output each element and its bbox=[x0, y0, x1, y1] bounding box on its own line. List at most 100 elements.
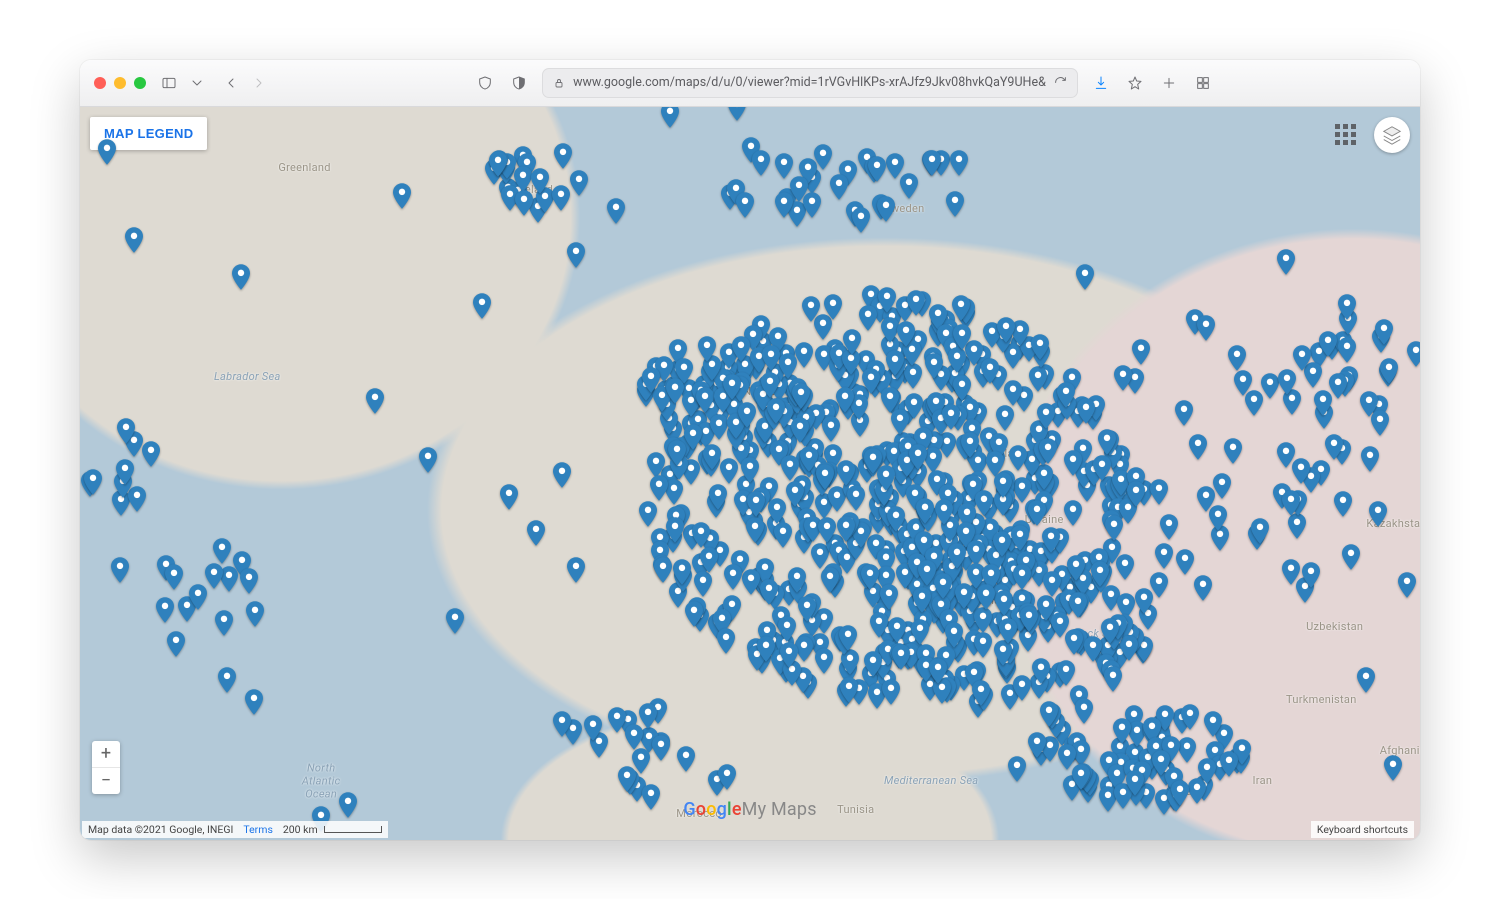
map-pin[interactable] bbox=[945, 622, 963, 648]
map-pin[interactable] bbox=[1220, 751, 1238, 777]
map-pin[interactable] bbox=[246, 601, 264, 627]
address-bar[interactable]: www.google.com/maps/d/u/0/viewer?mid=1rV… bbox=[542, 68, 1078, 98]
map-pin[interactable] bbox=[419, 447, 437, 473]
map-pin[interactable] bbox=[1407, 341, 1420, 367]
map-pin[interactable] bbox=[887, 506, 905, 532]
map-pin[interactable] bbox=[972, 680, 990, 706]
map-pin[interactable] bbox=[1178, 737, 1196, 763]
map-pin[interactable] bbox=[1127, 481, 1145, 507]
map-pin[interactable] bbox=[717, 628, 735, 654]
map-pin[interactable] bbox=[1380, 358, 1398, 384]
map-pin[interactable] bbox=[98, 139, 116, 165]
map-pin[interactable] bbox=[232, 264, 250, 290]
map-pin[interactable] bbox=[1197, 315, 1215, 341]
google-apps-icon[interactable] bbox=[1328, 118, 1362, 152]
map-pin[interactable] bbox=[935, 499, 953, 525]
map-pin[interactable] bbox=[531, 168, 549, 194]
map-pin[interactable] bbox=[814, 144, 832, 170]
map-pin[interactable] bbox=[1357, 667, 1375, 693]
sidebar-toggle-icon[interactable] bbox=[158, 72, 180, 94]
map-pin[interactable] bbox=[961, 432, 979, 458]
map-pin[interactable] bbox=[900, 173, 918, 199]
map-pin[interactable] bbox=[366, 388, 384, 414]
map-pin[interactable] bbox=[999, 618, 1017, 644]
map-pin[interactable] bbox=[780, 642, 798, 668]
map-pin[interactable] bbox=[909, 444, 927, 470]
map-pin[interactable] bbox=[907, 290, 925, 316]
map-pin[interactable] bbox=[918, 560, 936, 586]
map-pin[interactable] bbox=[724, 564, 742, 590]
map-pin[interactable] bbox=[1105, 515, 1123, 541]
map-pin[interactable] bbox=[1293, 345, 1311, 371]
map-pin[interactable] bbox=[666, 378, 684, 404]
map-pin[interactable] bbox=[1098, 429, 1116, 455]
map-pin[interactable] bbox=[732, 336, 750, 362]
map-pin[interactable] bbox=[778, 616, 796, 642]
map-pin[interactable] bbox=[877, 196, 895, 222]
map-pin[interactable] bbox=[125, 227, 143, 253]
map-pin[interactable] bbox=[916, 498, 934, 524]
map-pin[interactable] bbox=[1032, 658, 1050, 684]
map-pin[interactable] bbox=[795, 342, 813, 368]
map-pin[interactable] bbox=[700, 547, 718, 573]
map-pin[interactable] bbox=[768, 498, 786, 524]
map-pin[interactable] bbox=[710, 414, 728, 440]
map-pin[interactable] bbox=[1004, 380, 1022, 406]
map-pin[interactable] bbox=[570, 170, 588, 196]
map-pin[interactable] bbox=[967, 540, 985, 566]
map-pin[interactable] bbox=[1282, 559, 1300, 585]
map-pin[interactable] bbox=[948, 543, 966, 569]
map-pin[interactable] bbox=[864, 448, 882, 474]
map-pin[interactable] bbox=[1204, 711, 1222, 737]
map-pin[interactable] bbox=[824, 294, 842, 320]
map-pin[interactable] bbox=[500, 484, 518, 510]
map-pin[interactable] bbox=[1224, 438, 1242, 464]
map-pin[interactable] bbox=[696, 387, 714, 413]
map-pin[interactable] bbox=[1176, 549, 1194, 575]
map-pin[interactable] bbox=[781, 455, 799, 481]
map-pin[interactable] bbox=[723, 374, 741, 400]
map-pin[interactable] bbox=[859, 305, 877, 331]
map-pin[interactable] bbox=[632, 748, 650, 774]
map-pin[interactable] bbox=[527, 520, 545, 546]
map-pin[interactable] bbox=[742, 569, 760, 595]
map-pin[interactable] bbox=[1028, 732, 1046, 758]
map-pin[interactable] bbox=[218, 667, 236, 693]
map-pin[interactable] bbox=[1277, 249, 1295, 275]
map-pin[interactable] bbox=[393, 183, 411, 209]
map-pin[interactable] bbox=[1067, 555, 1085, 581]
map-pin[interactable] bbox=[1152, 750, 1170, 776]
map-pin[interactable] bbox=[1251, 518, 1269, 544]
map-pin[interactable] bbox=[515, 190, 533, 216]
map-pin[interactable] bbox=[1375, 319, 1393, 345]
map-pin[interactable] bbox=[142, 441, 160, 467]
map-pin[interactable] bbox=[934, 573, 952, 599]
map-pin[interactable] bbox=[661, 107, 679, 129]
map-pin[interactable] bbox=[818, 517, 836, 543]
map-pin[interactable] bbox=[567, 557, 585, 583]
map-pin[interactable] bbox=[1342, 544, 1360, 570]
map-pin[interactable] bbox=[792, 383, 810, 409]
map-pin[interactable] bbox=[816, 464, 834, 490]
tab-overview-icon[interactable] bbox=[1192, 72, 1214, 94]
map-pin[interactable] bbox=[1245, 390, 1263, 416]
map-pin[interactable] bbox=[741, 457, 759, 483]
map-pin[interactable] bbox=[870, 612, 888, 638]
map-pin[interactable] bbox=[864, 651, 882, 677]
map-pin[interactable] bbox=[929, 658, 947, 684]
map-pin[interactable] bbox=[1228, 345, 1246, 371]
window-minimize-button[interactable] bbox=[114, 77, 126, 89]
window-traffic-lights[interactable] bbox=[94, 77, 146, 89]
map-pin[interactable] bbox=[1198, 758, 1216, 784]
map-pin[interactable] bbox=[1371, 410, 1389, 436]
map-pin[interactable] bbox=[852, 207, 870, 233]
tracker-shield-icon[interactable] bbox=[508, 72, 530, 94]
map-pin[interactable] bbox=[950, 150, 968, 176]
map-pin[interactable] bbox=[953, 324, 971, 350]
map-pin[interactable] bbox=[974, 632, 992, 658]
map-pin[interactable] bbox=[774, 522, 792, 548]
map-pin[interactable] bbox=[608, 707, 626, 733]
map-pin[interactable] bbox=[1013, 675, 1031, 701]
map-pin[interactable] bbox=[788, 567, 806, 593]
map-pin[interactable] bbox=[1064, 500, 1082, 526]
